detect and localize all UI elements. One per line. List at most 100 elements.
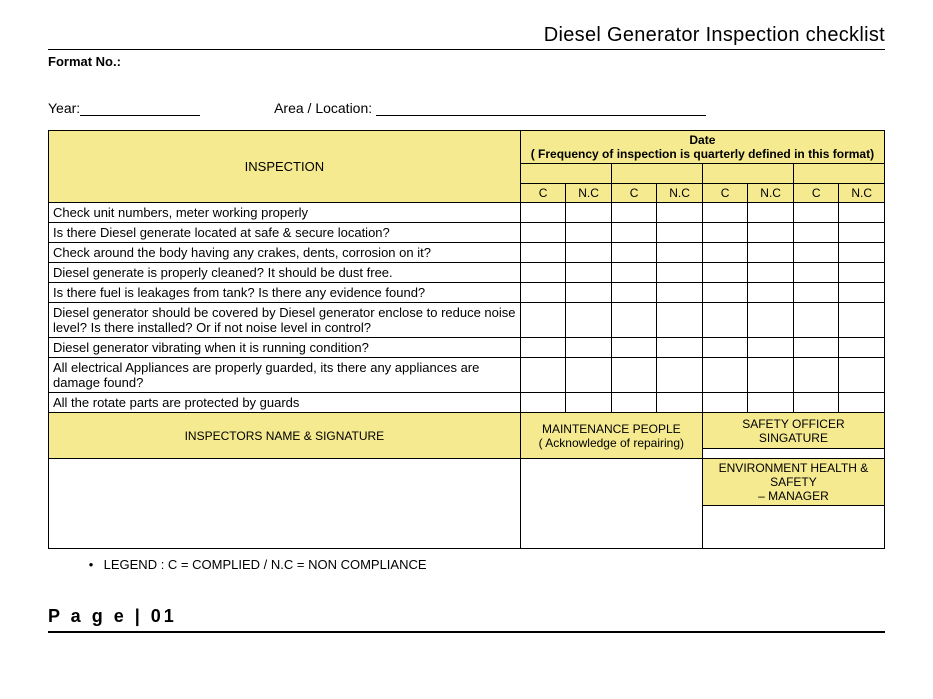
c-cell[interactable] [611, 283, 657, 303]
nc-cell[interactable] [657, 358, 703, 393]
c-cell[interactable] [793, 263, 839, 283]
nc-cell[interactable] [748, 303, 794, 338]
nc-cell[interactable] [566, 203, 612, 223]
nc-cell[interactable] [566, 358, 612, 393]
year-input-line[interactable] [80, 102, 200, 116]
nc-cell[interactable] [839, 303, 885, 338]
inspection-rows: Check unit numbers, meter working proper… [49, 203, 885, 413]
area-input-line[interactable] [376, 102, 706, 116]
nc-cell[interactable] [839, 203, 885, 223]
c-cell[interactable] [793, 243, 839, 263]
inspection-item: Diesel generator vibrating when it is ru… [49, 338, 521, 358]
nc-header: N.C [839, 184, 885, 203]
table-row: Check unit numbers, meter working proper… [49, 203, 885, 223]
c-cell[interactable] [520, 393, 566, 413]
maintenance-header: MAINTENANCE PEOPLE ( Acknowledge of repa… [520, 413, 702, 459]
inspection-item: Diesel generate is properly cleaned? It … [49, 263, 521, 283]
nc-cell[interactable] [566, 283, 612, 303]
c-cell[interactable] [793, 283, 839, 303]
date-header: Date ( Frequency of inspection is quarte… [520, 131, 884, 164]
meta-row: Year: Area / Location: [48, 99, 885, 116]
nc-cell[interactable] [566, 243, 612, 263]
c-cell[interactable] [793, 393, 839, 413]
table-row: Is there Diesel generate located at safe… [49, 223, 885, 243]
c-cell[interactable] [793, 223, 839, 243]
ehs-manager-header: ENVIRONMENT HEALTH & SAFETY – MANAGER [702, 459, 884, 506]
inspector-signature-cell[interactable] [49, 459, 521, 549]
nc-cell[interactable] [748, 263, 794, 283]
c-cell[interactable] [611, 243, 657, 263]
c-cell[interactable] [793, 358, 839, 393]
nc-cell[interactable] [839, 223, 885, 243]
inspector-signature-header: INSPECTORS NAME & SIGNATURE [49, 413, 521, 459]
nc-cell[interactable] [748, 358, 794, 393]
c-cell[interactable] [520, 203, 566, 223]
c-cell[interactable] [611, 358, 657, 393]
c-cell[interactable] [702, 223, 748, 243]
c-cell[interactable] [520, 223, 566, 243]
nc-cell[interactable] [839, 338, 885, 358]
ehs-signature-cell[interactable] [702, 506, 884, 549]
nc-cell[interactable] [657, 203, 703, 223]
c-cell[interactable] [702, 243, 748, 263]
nc-header: N.C [748, 184, 794, 203]
c-cell[interactable] [611, 203, 657, 223]
maintenance-signature-cell[interactable] [520, 459, 702, 549]
nc-cell[interactable] [748, 338, 794, 358]
nc-cell[interactable] [748, 243, 794, 263]
c-cell[interactable] [520, 338, 566, 358]
c-cell[interactable] [702, 393, 748, 413]
c-cell[interactable] [793, 338, 839, 358]
nc-cell[interactable] [657, 283, 703, 303]
nc-cell[interactable] [839, 263, 885, 283]
quarter-col-1 [520, 164, 611, 184]
nc-cell[interactable] [657, 303, 703, 338]
year-field: Year: [48, 99, 200, 116]
nc-cell[interactable] [566, 223, 612, 243]
c-cell[interactable] [793, 303, 839, 338]
nc-cell[interactable] [566, 303, 612, 338]
nc-cell[interactable] [657, 243, 703, 263]
c-cell[interactable] [702, 203, 748, 223]
nc-cell[interactable] [566, 393, 612, 413]
nc-header: N.C [566, 184, 612, 203]
nc-cell[interactable] [657, 263, 703, 283]
nc-cell[interactable] [657, 223, 703, 243]
safety-gap [702, 449, 884, 459]
nc-cell[interactable] [748, 393, 794, 413]
c-cell[interactable] [520, 243, 566, 263]
inspection-item: Diesel generator should be covered by Di… [49, 303, 521, 338]
nc-cell[interactable] [657, 338, 703, 358]
nc-cell[interactable] [748, 223, 794, 243]
c-cell[interactable] [702, 358, 748, 393]
nc-cell[interactable] [657, 393, 703, 413]
nc-cell[interactable] [748, 203, 794, 223]
c-header: C [611, 184, 657, 203]
format-no-label: Format No.: [48, 54, 885, 69]
nc-cell[interactable] [839, 393, 885, 413]
nc-cell[interactable] [839, 243, 885, 263]
c-cell[interactable] [793, 203, 839, 223]
c-cell[interactable] [520, 303, 566, 338]
c-cell[interactable] [702, 338, 748, 358]
quarter-col-2 [611, 164, 702, 184]
nc-cell[interactable] [839, 358, 885, 393]
c-cell[interactable] [702, 263, 748, 283]
c-cell[interactable] [611, 223, 657, 243]
c-cell[interactable] [520, 358, 566, 393]
area-label: Area / Location: [274, 100, 372, 116]
maintenance-label: MAINTENANCE PEOPLE [542, 422, 681, 436]
c-cell[interactable] [520, 283, 566, 303]
c-cell[interactable] [702, 303, 748, 338]
c-cell[interactable] [611, 263, 657, 283]
c-cell[interactable] [611, 303, 657, 338]
c-cell[interactable] [520, 263, 566, 283]
nc-cell[interactable] [839, 283, 885, 303]
nc-cell[interactable] [748, 283, 794, 303]
c-cell[interactable] [702, 283, 748, 303]
c-cell[interactable] [611, 338, 657, 358]
table-row: All electrical Appliances are properly g… [49, 358, 885, 393]
c-cell[interactable] [611, 393, 657, 413]
nc-cell[interactable] [566, 263, 612, 283]
nc-cell[interactable] [566, 338, 612, 358]
